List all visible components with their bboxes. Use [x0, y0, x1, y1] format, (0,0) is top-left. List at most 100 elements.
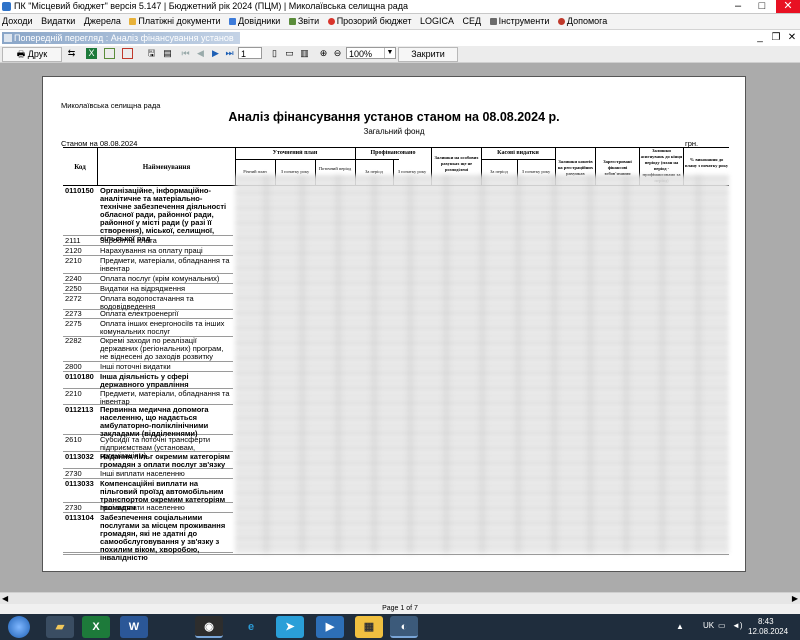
child-minimize-icon[interactable]: _ — [754, 32, 766, 44]
row-code: 2275 — [65, 319, 82, 328]
open-icon[interactable]: ▤ — [162, 48, 173, 59]
menu-logica[interactable]: LOGICA — [418, 14, 456, 29]
table-row: 2730 Інші виплати населенню — [63, 470, 233, 479]
export-icon[interactable]: ⇆ — [66, 48, 77, 59]
clock-time[interactable]: 8:43 — [758, 617, 774, 626]
horizontal-scrollbar[interactable]: ◀ ▶ — [0, 592, 800, 604]
menu-sed[interactable]: СЕД — [461, 14, 484, 29]
row-code: 0113033 — [65, 479, 94, 488]
windows-taskbar: ▰ X W ◉ e ➤ ▶ ▦ ◐ ▲ UK ▭ ◄) 8:43 12.08.2… — [0, 614, 800, 640]
menu-label: Платіжні документи — [138, 16, 221, 26]
start-button-icon[interactable] — [8, 616, 30, 638]
zoom-out-icon[interactable]: ⊖ — [332, 48, 343, 59]
menu-label: Інструменти — [498, 16, 550, 26]
menu-label: Довідники — [238, 16, 281, 26]
menu-income[interactable]: Доходи — [0, 14, 35, 29]
page-fit-icon[interactable]: ▥ — [299, 48, 310, 59]
table-row: 0112113 Первинна медична допомога населен… — [63, 405, 233, 438]
page-width-icon[interactable]: ▭ — [284, 48, 295, 59]
row-code: 0112113 — [65, 405, 94, 414]
first-page-icon[interactable]: ⏮ — [180, 48, 191, 59]
menu-payment-docs[interactable]: Платіжні документи — [127, 14, 222, 29]
tools-icon — [489, 18, 497, 25]
budget-app-taskbar-icon[interactable]: ◐ — [390, 616, 418, 638]
language-indicator[interactable]: UK — [703, 621, 714, 630]
report-page: Миколаївська селищна рада Аналіз фінансу… — [42, 76, 746, 572]
zoom-select[interactable]: 100% ▼ — [346, 47, 396, 59]
header-mid-line — [481, 159, 555, 160]
row-code: 0110150 — [65, 186, 94, 195]
row-code: 2800 — [65, 362, 82, 371]
menu-directories[interactable]: Довідники — [227, 14, 282, 29]
menu-sources[interactable]: Джерела — [82, 14, 123, 29]
table-row: 2250 Видатки на відрядження — [63, 285, 233, 294]
edge-taskbar-icon[interactable]: e — [237, 616, 265, 638]
minimize-icon[interactable]: – — [726, 0, 750, 13]
header-percent: % виконання до плану з початку року — [684, 157, 729, 168]
open-budget-icon — [327, 18, 335, 25]
clock-date[interactable]: 12.08.2024 — [748, 627, 788, 636]
header-plan: Уточнений план — [272, 150, 318, 156]
tray-chevron-icon[interactable]: ▲ — [676, 622, 684, 631]
scroll-left-icon[interactable]: ◀ — [2, 593, 8, 604]
row-name: Інша діяльність у сфері державного управ… — [100, 372, 189, 389]
row-code: 2273 — [65, 309, 82, 318]
next-page-icon[interactable]: ▶ — [210, 48, 221, 59]
status-bar: Page 1 of 7 — [0, 604, 800, 614]
menu-reports[interactable]: Звіти — [287, 14, 321, 29]
preview-window-header: Попередній перегляд : Аналіз фінансуванн… — [0, 30, 800, 47]
scroll-right-icon[interactable]: ▶ — [792, 593, 798, 604]
table-row: 2800 Інші поточні видатки — [63, 363, 233, 372]
network-icon[interactable]: ▭ — [718, 621, 726, 630]
viber-taskbar-icon[interactable]: ▶ — [316, 616, 344, 638]
close-button[interactable]: Закрити — [398, 47, 458, 62]
print-button[interactable]: 🖶 Друк — [2, 47, 62, 62]
last-page-icon[interactable]: ⏭ — [224, 48, 235, 59]
zoom-in-icon[interactable]: ⊕ — [318, 48, 329, 59]
word-taskbar-icon[interactable]: W — [120, 616, 148, 638]
row-name: Організаційне, інформаційно-аналітичне т… — [100, 186, 227, 243]
menu-open-budget[interactable]: Прозорий бюджет — [326, 14, 414, 29]
window-title: ПК "Місцевий бюджет" версія 5.147 | Бюдж… — [14, 1, 409, 11]
excel-icon[interactable]: X — [86, 48, 97, 59]
export-pdf-icon[interactable] — [122, 48, 133, 59]
menu-bar: Доходи Видатки Джерела Платіжні документ… — [0, 14, 800, 30]
telegram-taskbar-icon[interactable]: ➤ — [276, 616, 304, 638]
row-code: 2240 — [65, 274, 82, 283]
volume-icon[interactable]: ◄) — [732, 621, 743, 630]
row-code: 2210 — [65, 389, 82, 398]
export-green-icon[interactable] — [104, 48, 115, 59]
table-row: 0113032 Надання пільг окремим категоріям … — [63, 453, 233, 469]
header-top-line — [63, 147, 729, 148]
page-view-icon[interactable]: ▯ — [269, 48, 280, 59]
row-code: 0113104 — [65, 513, 94, 522]
file-explorer-icon[interactable]: ▰ — [46, 616, 74, 638]
row-code: 0113032 — [65, 452, 94, 461]
header-mid-line — [235, 159, 399, 160]
table-row: 0113033 Компенсаційні виплати на пільгови… — [63, 479, 233, 512]
notes-taskbar-icon[interactable]: ▦ — [355, 616, 383, 638]
row-code: 2111 — [65, 236, 81, 245]
preview-toolbar: 🖶 Друк ⇆ X 🖫 ▤ ⏮ ◀ ▶ ⏭ 1 ▯ ▭ ▥ ⊕ ⊖ 100% ▼… — [0, 46, 800, 63]
page-number-input[interactable]: 1 — [238, 47, 262, 59]
row-name: Окремі заходи по реалізації державних (р… — [100, 336, 224, 361]
row-code: 2250 — [65, 284, 82, 293]
child-restore-icon[interactable]: ❐ — [770, 32, 782, 44]
menu-expenses[interactable]: Видатки — [39, 14, 77, 29]
menu-tools[interactable]: Інструменти — [488, 14, 552, 29]
table-row: 2240 Оплата послуг (крім комунальних) — [63, 275, 233, 284]
printer-icon: 🖶 — [16, 49, 26, 59]
row-code: 0110180 — [65, 372, 94, 381]
chrome-taskbar-icon[interactable]: ◉ — [195, 616, 223, 638]
save-icon[interactable]: 🖫 — [146, 48, 157, 59]
maximize-icon[interactable]: □ — [750, 0, 774, 13]
row-code: 2282 — [65, 336, 82, 345]
excel-taskbar-icon[interactable]: X — [82, 616, 110, 638]
row-name: Нарахування на оплату праці — [100, 246, 203, 255]
row-name: Інші виплати населенню — [100, 469, 185, 478]
prev-page-icon[interactable]: ◀ — [195, 48, 206, 59]
close-icon[interactable]: ✕ — [776, 0, 800, 13]
menu-help[interactable]: Допомога — [556, 14, 609, 29]
child-close-icon[interactable]: ✕ — [786, 32, 798, 44]
row-name: Заробітна плата — [100, 236, 157, 245]
